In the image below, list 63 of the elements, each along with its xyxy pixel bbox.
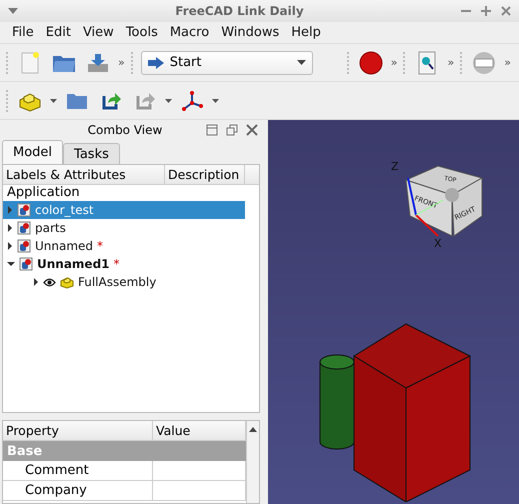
axis-label: X — [434, 237, 442, 250]
axis-triad — [407, 178, 444, 237]
menu-item[interactable]: Tools — [120, 25, 164, 40]
overflow-button[interactable]: » — [504, 56, 511, 69]
menu-item[interactable]: View — [76, 25, 120, 40]
dropdown-caret-icon — [296, 60, 306, 65]
cylinder[interactable] — [320, 354, 354, 450]
cube[interactable] — [353, 323, 472, 502]
document-label: parts — [35, 221, 66, 235]
expand-arrow-icon[interactable] — [7, 242, 13, 250]
maximize-icon[interactable] — [481, 6, 491, 16]
expand-arrow-icon[interactable] — [33, 278, 39, 286]
window-title: FreeCAD Link Daily — [174, 4, 305, 18]
document-icon — [19, 257, 33, 271]
tree-item[interactable]: color_test — [3, 201, 245, 219]
menu-item[interactable]: File — [6, 25, 40, 40]
tree-item[interactable]: Unnamed * — [3, 237, 245, 255]
column-header[interactable]: Property — [3, 421, 153, 440]
tree-item[interactable]: FullAssembly — [3, 273, 245, 291]
menu-item[interactable]: Windows — [215, 25, 286, 40]
dropdown-caret-icon[interactable] — [212, 98, 219, 102]
close-icon[interactable] — [501, 6, 511, 16]
collapse-arrow-icon[interactable] — [7, 261, 15, 267]
document-label: color_test — [35, 203, 94, 217]
float-icon[interactable] — [226, 124, 238, 136]
close-icon[interactable] — [246, 124, 258, 136]
document-label: Unnamed — [35, 239, 94, 253]
tree-item[interactable]: Unnamed1 * — [3, 255, 245, 273]
tab[interactable]: Tasks — [63, 143, 120, 164]
property-name[interactable]: Company — [3, 481, 153, 500]
dropdown-caret-icon[interactable] — [165, 98, 172, 102]
dock-icon[interactable] — [206, 124, 218, 136]
tree-root-label: Application — [6, 185, 81, 201]
menu-item[interactable]: Macro — [164, 25, 216, 40]
overflow-button[interactable]: » — [447, 56, 454, 69]
assembly-icon — [60, 275, 74, 289]
assembly-label: FullAssembly — [78, 275, 156, 289]
expand-arrow-icon[interactable] — [7, 224, 13, 232]
panel-title: Combo View — [86, 123, 164, 137]
record-icon[interactable] — [356, 48, 385, 76]
document-label: Unnamed1 — [37, 257, 110, 271]
document-icon — [17, 239, 31, 253]
menu-item[interactable]: Help — [285, 25, 327, 40]
modified-mark: * — [114, 257, 120, 271]
arrow-right-icon — [148, 56, 164, 68]
document-icon — [17, 221, 31, 235]
window-menu-icon[interactable] — [8, 8, 18, 14]
scroll-up-icon[interactable] — [249, 427, 257, 432]
tree-item[interactable]: parts — [3, 219, 245, 237]
overflow-button[interactable]: » — [390, 56, 398, 69]
overflow-button[interactable]: » — [118, 56, 125, 69]
tab[interactable]: Model — [2, 140, 64, 164]
document-icon — [17, 203, 31, 217]
eye-icon[interactable] — [43, 278, 56, 286]
workbench-dropdown[interactable]: Start — [140, 50, 313, 74]
menu-item[interactable]: Edit — [40, 25, 77, 40]
axis-label: Z — [391, 160, 399, 173]
column-header[interactable]: Labels & Attributes — [3, 165, 165, 184]
dropdown-caret-icon[interactable] — [50, 98, 57, 102]
column-header[interactable]: Description — [165, 165, 245, 184]
scrollbar[interactable] — [246, 421, 259, 503]
property-name[interactable]: Comment — [3, 461, 153, 480]
modified-mark: * — [97, 239, 104, 253]
